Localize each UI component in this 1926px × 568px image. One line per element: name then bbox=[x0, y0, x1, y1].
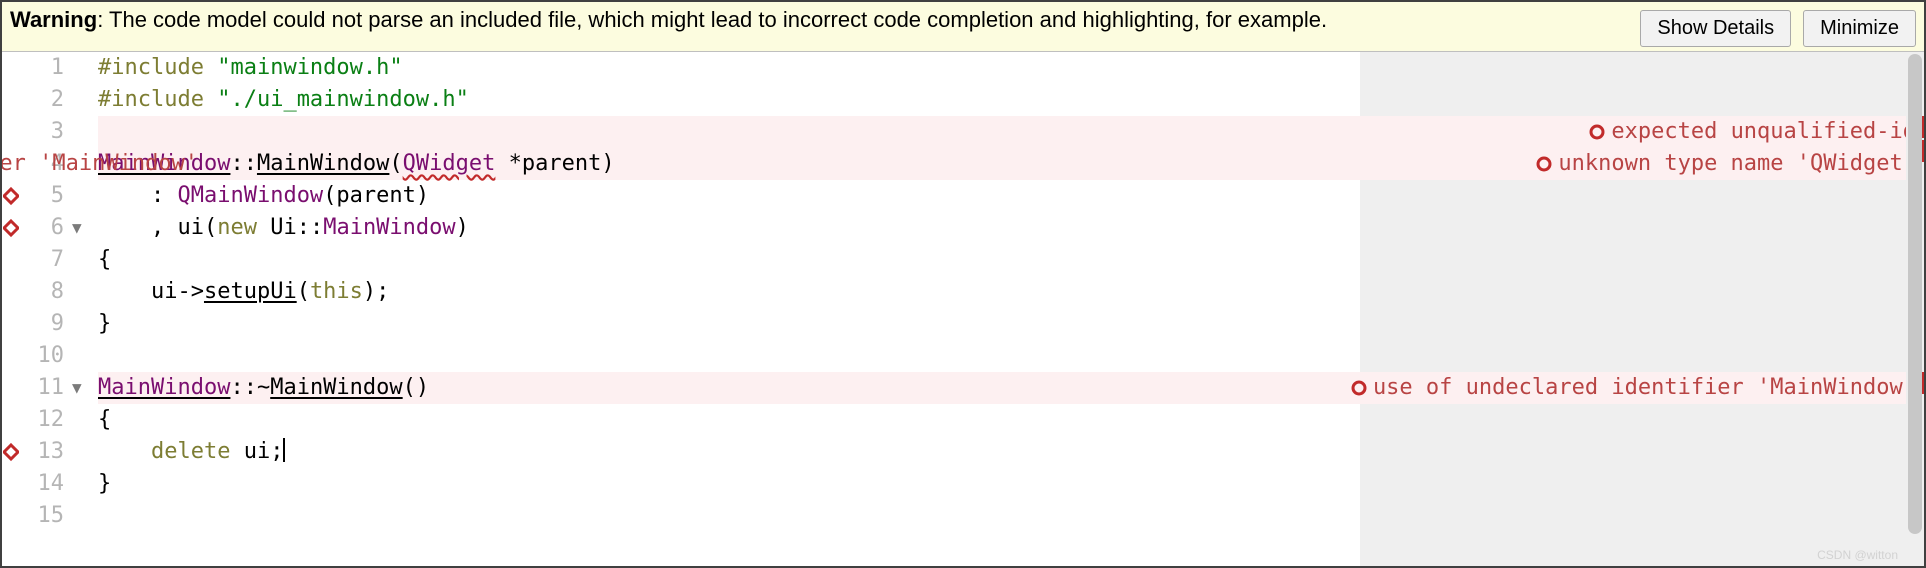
error-marker-icon bbox=[3, 116, 20, 148]
line-number: 13 bbox=[20, 436, 70, 468]
code-line[interactable]: delete ui; bbox=[98, 436, 1360, 468]
code-line[interactable]: ui->setupUi(this); bbox=[98, 276, 1360, 308]
code-line[interactable] bbox=[98, 500, 1360, 532]
line-number: 6 bbox=[20, 212, 70, 244]
error-ring-icon bbox=[1536, 156, 1552, 172]
code-line[interactable]: , ui(new Ui::MainWindow) bbox=[98, 212, 1360, 244]
line-number: 15 bbox=[20, 500, 70, 532]
fold-caret-icon[interactable]: ▼ bbox=[70, 212, 98, 244]
error-annotation: use of undeclared identifier 'MainWindow… bbox=[1360, 372, 1924, 404]
editor-window: Warning: The code model could not parse … bbox=[0, 0, 1926, 568]
scrollbar-thumb[interactable] bbox=[1908, 54, 1922, 534]
fold-caret-icon[interactable]: ▼ bbox=[70, 372, 98, 404]
line-number: 3 bbox=[20, 116, 70, 148]
line-number: 9 bbox=[20, 308, 70, 340]
code-line[interactable]: #include "mainwindow.h" bbox=[98, 52, 1360, 84]
code-line[interactable]: #include "./ui_mainwindow.h" bbox=[98, 84, 1360, 116]
code-line[interactable] bbox=[98, 340, 1360, 372]
show-details-button[interactable]: Show Details bbox=[1640, 10, 1791, 47]
error-marker-icon bbox=[3, 372, 20, 404]
error-annotation: expected unqualified-id bbox=[1360, 116, 1924, 148]
warning-text: Warning: The code model could not parse … bbox=[10, 6, 1640, 34]
text-caret bbox=[283, 438, 285, 462]
warning-bar: Warning: The code model could not parse … bbox=[2, 2, 1924, 52]
warning-message: : The code model could not parse an incl… bbox=[97, 7, 1327, 32]
warning-buttons: Show Details Minimize bbox=[1640, 6, 1916, 47]
code-editor[interactable]: 1 2 3 4 5 6 7 8 9 10 11 12 13 14 15 ▼ ▼ … bbox=[2, 52, 1924, 566]
error-annotation: unknown type name 'QWidget' bbox=[1360, 148, 1924, 180]
line-number: 14 bbox=[20, 468, 70, 500]
vertical-scrollbar[interactable] bbox=[1906, 52, 1924, 566]
annotation-column: expected unqualified-id unknown type nam… bbox=[1360, 52, 1924, 566]
line-number: 2 bbox=[20, 84, 70, 116]
code-line[interactable]: { bbox=[98, 244, 1360, 276]
watermark: CSDN @witton bbox=[1817, 548, 1898, 562]
error-marker-gutter bbox=[2, 52, 20, 566]
error-ring-icon bbox=[1589, 124, 1605, 140]
code-area[interactable]: #include "mainwindow.h" #include "./ui_m… bbox=[98, 52, 1360, 566]
warning-label: Warning bbox=[10, 7, 97, 32]
line-number: 12 bbox=[20, 404, 70, 436]
fold-gutter: ▼ ▼ bbox=[70, 52, 98, 566]
code-line[interactable]: MainWindow::~MainWindow() bbox=[98, 372, 1360, 404]
code-line[interactable]: : QMainWindow(parent) bbox=[98, 180, 1360, 212]
line-number: 1 bbox=[20, 52, 70, 84]
inline-error: use of undeclared identifier 'MainWindow… bbox=[2, 148, 198, 180]
code-line[interactable]: } bbox=[98, 468, 1360, 500]
code-line[interactable] bbox=[98, 116, 1360, 148]
code-line[interactable]: } bbox=[98, 308, 1360, 340]
line-number-gutter: 1 2 3 4 5 6 7 8 9 10 11 12 13 14 15 bbox=[20, 52, 70, 566]
line-number: 11 bbox=[20, 372, 70, 404]
line-number: 7 bbox=[20, 244, 70, 276]
code-line[interactable]: MainWindow::MainWindow(QWidget *parent) … bbox=[98, 148, 1360, 180]
line-number: 5 bbox=[20, 180, 70, 212]
code-line[interactable]: { bbox=[98, 404, 1360, 436]
minimize-button[interactable]: Minimize bbox=[1803, 10, 1916, 47]
error-ring-icon bbox=[1351, 380, 1367, 396]
line-number: 10 bbox=[20, 340, 70, 372]
line-number: 8 bbox=[20, 276, 70, 308]
